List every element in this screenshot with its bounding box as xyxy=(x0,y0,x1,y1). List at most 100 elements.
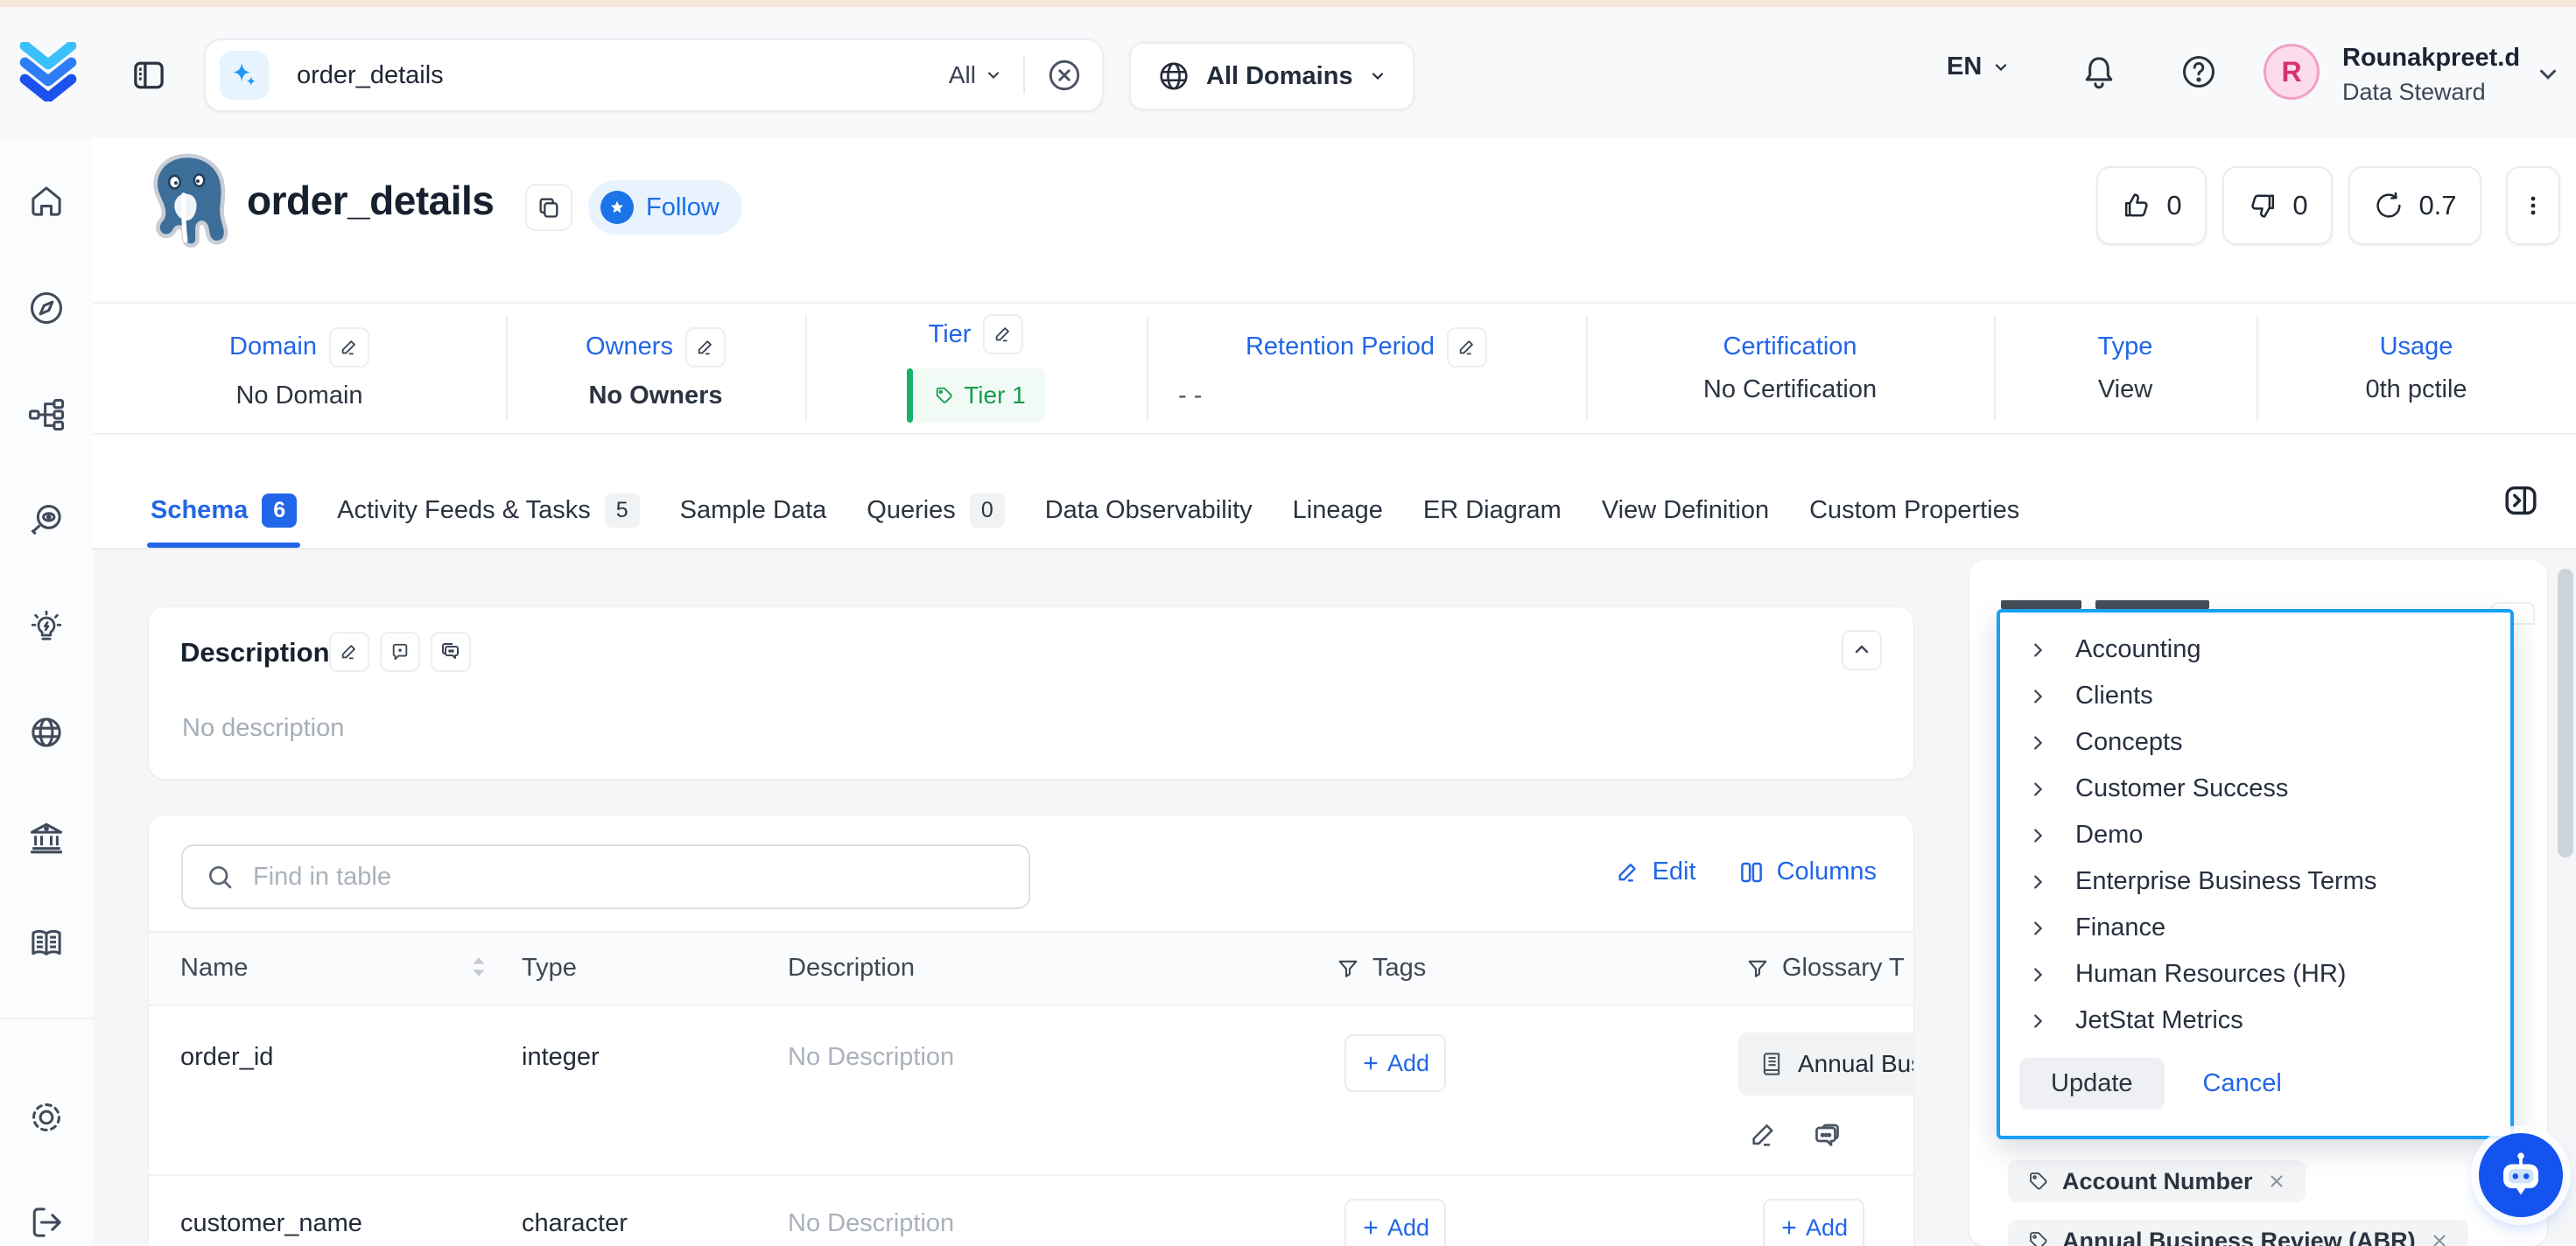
user-menu-chevron-icon[interactable] xyxy=(2535,61,2561,88)
glossary-node-demo[interactable]: Demo xyxy=(2000,812,2510,858)
score-button[interactable]: 0.7 xyxy=(2348,166,2481,245)
domain-label[interactable]: Domain xyxy=(229,332,317,361)
notifications-bell-icon[interactable] xyxy=(2080,52,2118,91)
filter-icon[interactable] xyxy=(1336,956,1360,981)
glossary-node-enterprise-business-terms[interactable]: Enterprise Business Terms xyxy=(2000,858,2510,905)
edit-owners-icon[interactable] xyxy=(685,327,726,368)
table-row-order-id[interactable]: order_id integer No Description Add Annu… xyxy=(149,1006,1913,1176)
selected-term-pill[interactable]: Annual Business Review (ABR) xyxy=(2008,1220,2468,1246)
edit-glossary-icon[interactable] xyxy=(1749,1120,1784,1155)
glossary-node-concepts[interactable]: Concepts xyxy=(2000,719,2510,766)
chevron-right-icon[interactable] xyxy=(2028,872,2047,892)
cancel-button[interactable]: Cancel xyxy=(2203,1069,2282,1098)
all-domains-selector[interactable]: All Domains xyxy=(1129,42,1414,110)
scrollbar-thumb[interactable] xyxy=(2558,569,2573,858)
find-in-table-field[interactable] xyxy=(251,862,1006,892)
owners-label[interactable]: Owners xyxy=(586,332,673,361)
chevron-right-icon[interactable] xyxy=(2028,826,2047,845)
compass-icon[interactable] xyxy=(27,289,66,327)
downvote-button[interactable]: 0 xyxy=(2222,166,2333,245)
chevron-right-icon[interactable] xyxy=(2028,640,2047,660)
more-actions-button[interactable] xyxy=(2506,166,2560,245)
tier-label[interactable]: Tier xyxy=(929,320,972,349)
glossary-node-human-resources[interactable]: Human Resources (HR) xyxy=(2000,951,2510,998)
remove-term-icon[interactable] xyxy=(2267,1172,2286,1191)
settings-gear-icon[interactable] xyxy=(27,1098,66,1137)
glossary-node-accounting[interactable]: Accounting xyxy=(2000,626,2510,673)
glossary-book-icon[interactable] xyxy=(27,924,66,962)
upvote-button[interactable]: 0 xyxy=(2096,166,2207,245)
edit-description-icon[interactable] xyxy=(329,632,369,672)
add-glossary-term-button[interactable]: Add xyxy=(1763,1199,1864,1246)
tab-sample-data[interactable]: Sample Data xyxy=(680,472,827,548)
tab-lineage[interactable]: Lineage xyxy=(1293,472,1383,548)
search-query-text[interactable]: order_details xyxy=(297,61,444,90)
tab-custom-properties[interactable]: Custom Properties xyxy=(1809,472,2019,548)
discover-lens-icon[interactable] xyxy=(27,501,66,540)
suggest-description-icon[interactable] xyxy=(380,632,420,672)
comment-glossary-icon[interactable] xyxy=(1810,1120,1845,1155)
filter-icon[interactable] xyxy=(1745,956,1770,981)
tab-schema[interactable]: Schema 6 xyxy=(151,472,297,548)
add-tag-button[interactable]: Add xyxy=(1344,1199,1446,1246)
chevron-right-icon[interactable] xyxy=(2028,780,2047,799)
logout-icon[interactable] xyxy=(27,1203,66,1242)
remove-term-icon[interactable] xyxy=(2430,1231,2449,1246)
follow-button[interactable]: Follow xyxy=(588,180,742,234)
user-avatar[interactable]: R xyxy=(2264,44,2320,100)
usage-label[interactable]: Usage xyxy=(2380,332,2453,361)
atlan-logo-icon[interactable] xyxy=(18,42,79,102)
edit-domain-icon[interactable] xyxy=(329,327,369,368)
column-header-tags[interactable]: Tags xyxy=(1336,954,1426,983)
edit-table-button[interactable]: Edit xyxy=(1616,858,1696,886)
column-header-description[interactable]: Description xyxy=(788,954,915,983)
chatbot-fab[interactable] xyxy=(2479,1133,2563,1217)
tab-queries[interactable]: Queries 0 xyxy=(867,472,1004,548)
chevron-right-icon[interactable] xyxy=(2028,687,2047,706)
selected-term-pill[interactable]: Account Number xyxy=(2008,1160,2306,1202)
glossary-node-customer-success[interactable]: Customer Success xyxy=(2000,766,2510,812)
tab-data-observability[interactable]: Data Observability xyxy=(1045,472,1253,548)
governance-bank-icon[interactable] xyxy=(27,819,66,858)
glossary-node-finance[interactable]: Finance xyxy=(2000,905,2510,951)
glossary-term-pill[interactable]: Annual Busine xyxy=(1738,1032,1913,1096)
chevron-right-icon[interactable] xyxy=(2028,1012,2047,1031)
glossary-node-clients[interactable]: Clients xyxy=(2000,673,2510,719)
insights-bulb-icon[interactable] xyxy=(27,608,66,647)
home-icon[interactable] xyxy=(27,182,66,220)
workflow-icon[interactable] xyxy=(27,396,66,434)
search-scope-dropdown[interactable]: All xyxy=(949,61,1002,89)
expand-panel-icon[interactable] xyxy=(2501,480,2541,521)
add-tag-button[interactable]: Add xyxy=(1344,1034,1446,1092)
glossary-node-jetstat-metrics[interactable]: JetStat Metrics xyxy=(2000,998,2510,1044)
certification-label[interactable]: Certification xyxy=(1723,332,1857,361)
edit-retention-icon[interactable] xyxy=(1447,327,1487,368)
columns-button[interactable]: Columns xyxy=(1738,858,1877,886)
chevron-right-icon[interactable] xyxy=(2028,965,2047,984)
update-button[interactable]: Update xyxy=(2019,1058,2165,1110)
sidebar-toggle-icon[interactable] xyxy=(130,56,168,94)
table-row-customer-name[interactable]: customer_name character varying(100) No … xyxy=(149,1176,1913,1246)
tab-activity-feeds[interactable]: Activity Feeds & Tasks 5 xyxy=(337,472,639,548)
column-header-type[interactable]: Type xyxy=(522,954,577,983)
type-label[interactable]: Type xyxy=(2098,332,2153,361)
globe-icon[interactable] xyxy=(27,713,66,752)
edit-tier-icon[interactable] xyxy=(983,314,1023,354)
clear-search-icon[interactable] xyxy=(1046,57,1083,94)
chevron-right-icon[interactable] xyxy=(2028,733,2047,752)
copy-name-icon[interactable] xyxy=(525,184,572,231)
sort-icon[interactable] xyxy=(469,954,488,980)
help-icon[interactable] xyxy=(2179,52,2218,91)
column-header-name[interactable]: Name xyxy=(180,954,248,983)
comments-icon[interactable] xyxy=(431,632,471,672)
find-in-table-input[interactable] xyxy=(181,844,1030,909)
column-header-glossary[interactable]: Glossary T xyxy=(1745,954,1905,983)
chevron-right-icon[interactable] xyxy=(2028,919,2047,938)
language-selector[interactable]: EN xyxy=(1947,52,2010,81)
tier-badge[interactable]: Tier 1 xyxy=(907,368,1045,423)
tab-view-definition[interactable]: View Definition xyxy=(1602,472,1769,548)
tab-er-diagram[interactable]: ER Diagram xyxy=(1423,472,1562,548)
retention-label[interactable]: Retention Period xyxy=(1246,332,1435,361)
collapse-description-icon[interactable] xyxy=(1842,630,1882,670)
global-search-bar[interactable]: order_details All xyxy=(204,38,1104,112)
